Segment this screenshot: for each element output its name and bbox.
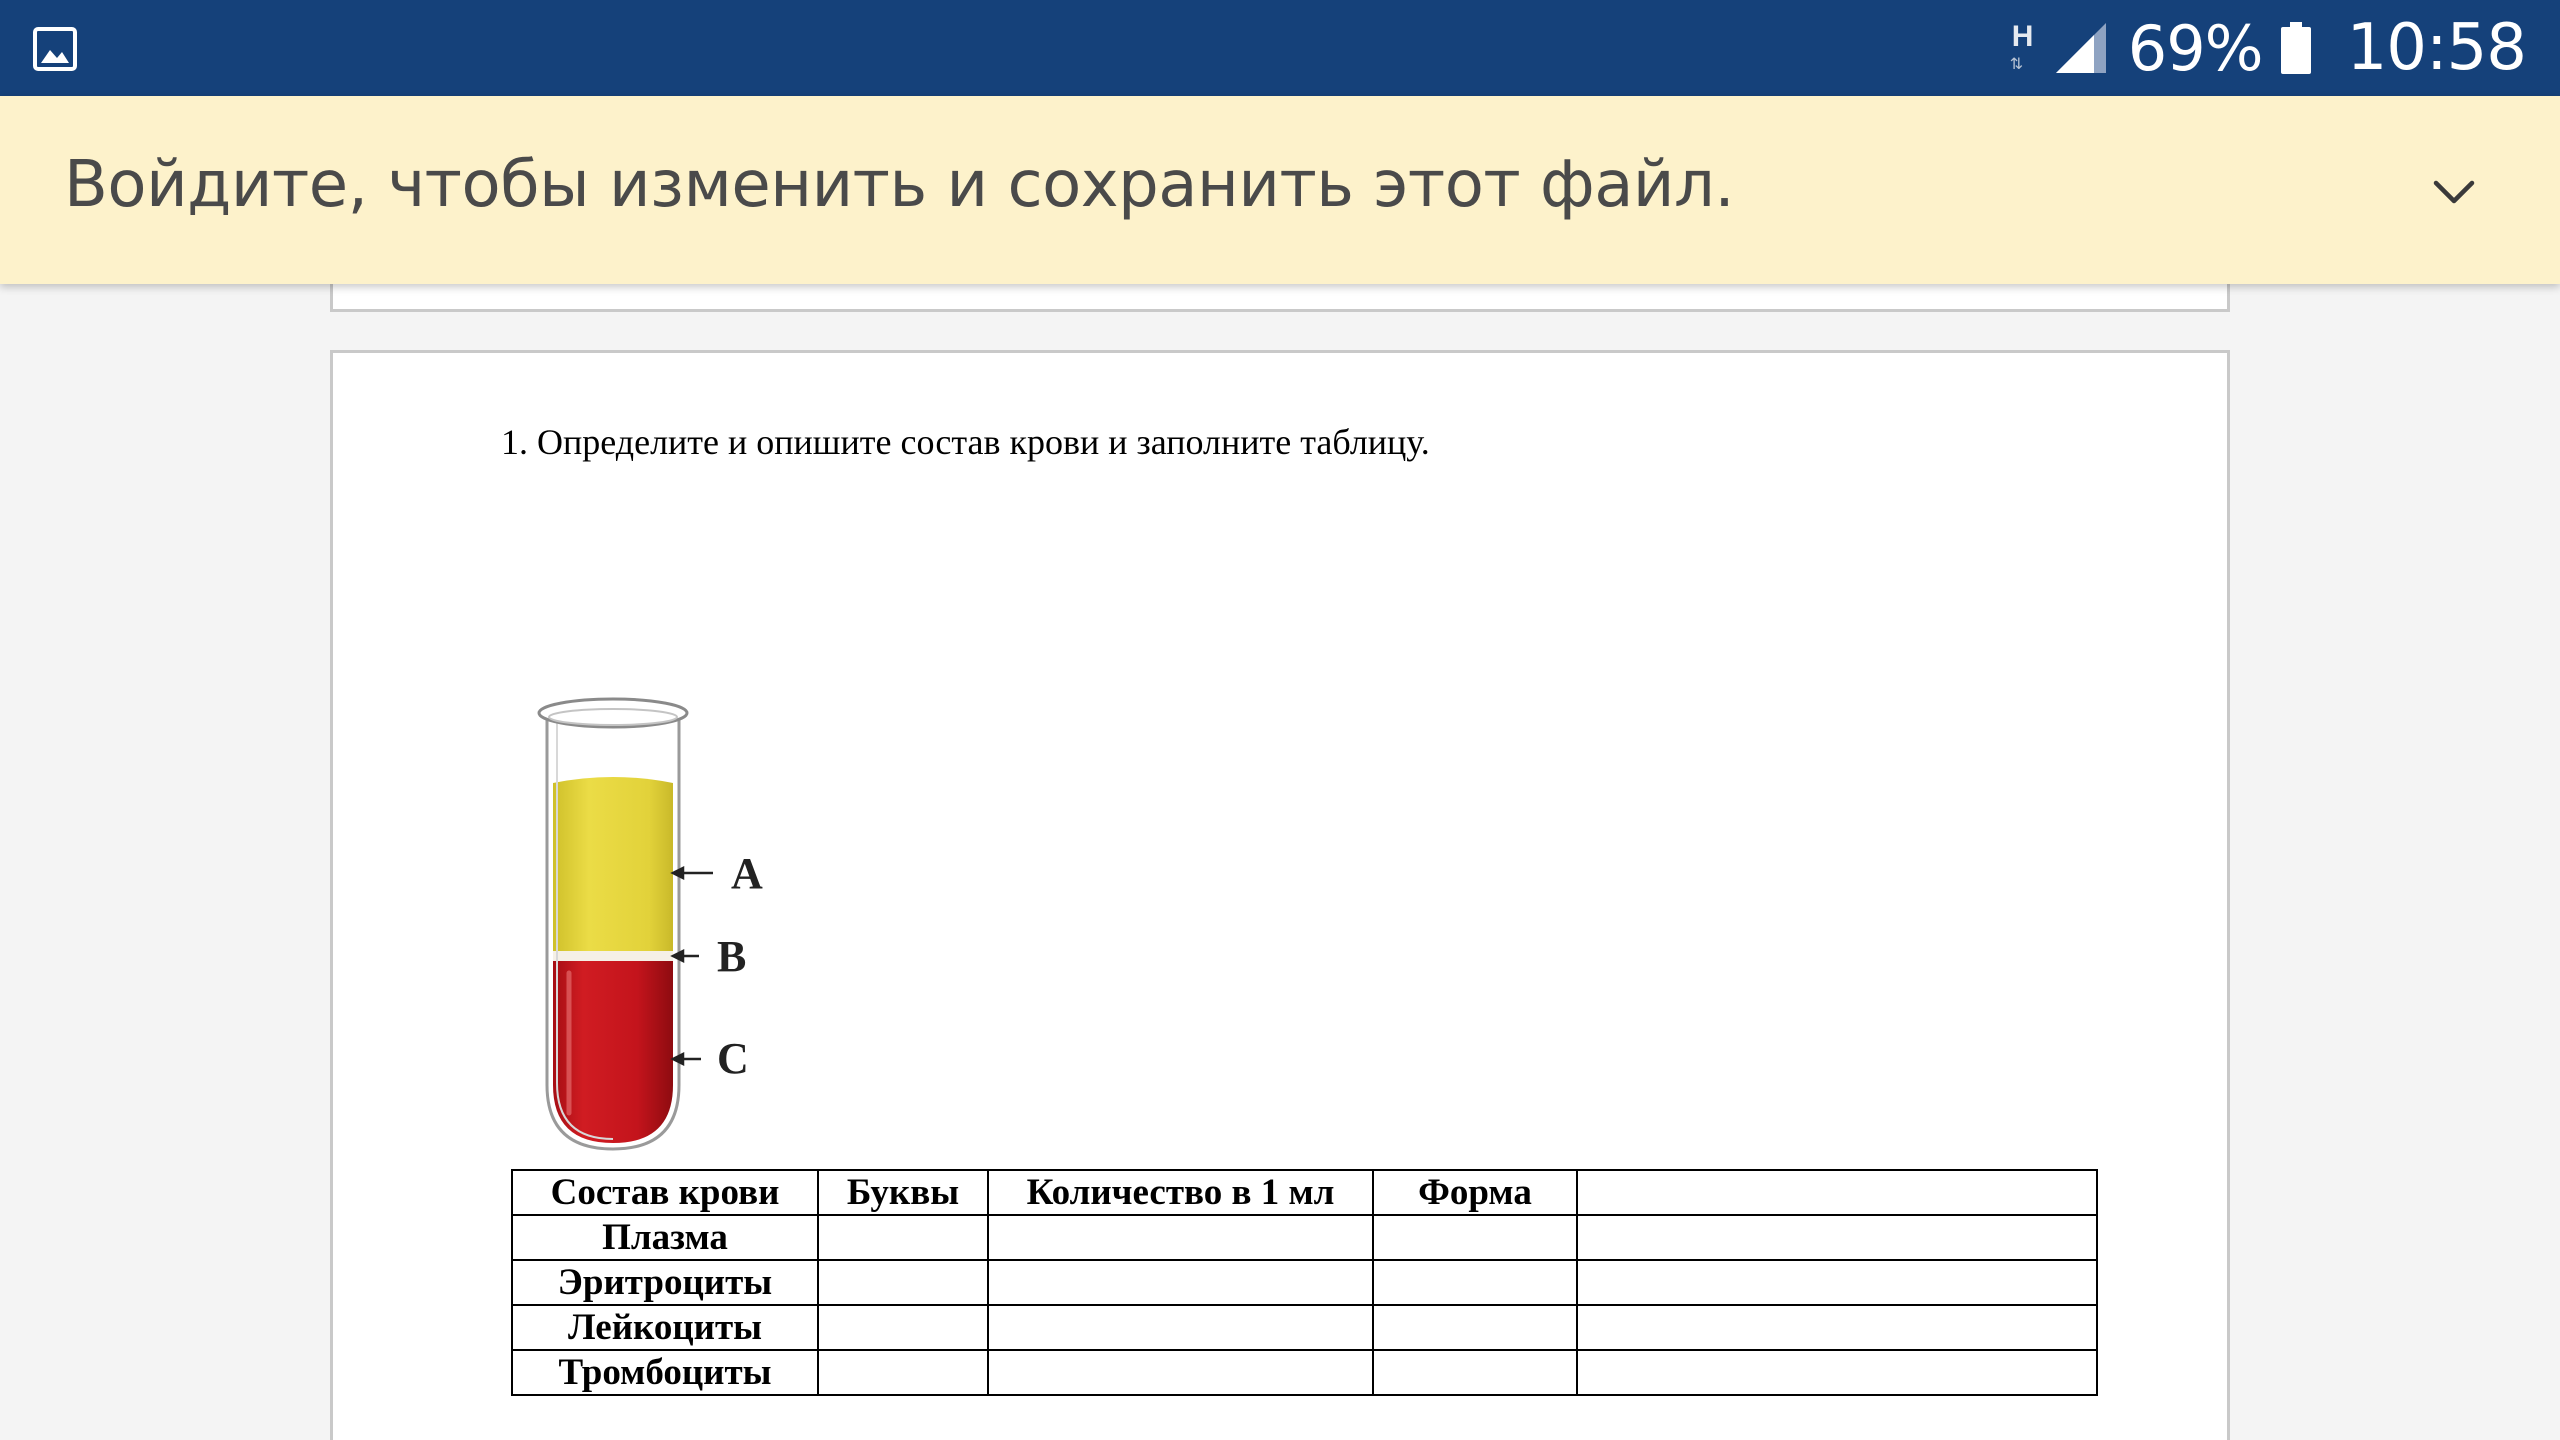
label-a: A [731, 849, 763, 898]
gallery-icon [33, 27, 77, 71]
table-cell [1372, 1214, 1578, 1261]
blood-composition-table: Состав крови Буквы Количество в 1 мл Фор… [511, 1169, 2098, 1396]
notice-text: Войдите, чтобы изменить и сохранить этот… [64, 148, 1735, 222]
table-cell [987, 1214, 1374, 1261]
table-row: Эритроциты [511, 1259, 2098, 1306]
document-page: 1. Определите и опишите состав крови и з… [330, 350, 2230, 1440]
table-row: Плазма [511, 1214, 2098, 1261]
table-cell: Тромбоциты [511, 1349, 819, 1396]
column-header: Форма [1372, 1169, 1578, 1216]
table-cell [1576, 1259, 2098, 1306]
battery-icon [2280, 22, 2311, 74]
label-c: C [717, 1034, 749, 1083]
table-cell: Эритроциты [511, 1259, 819, 1306]
question-text: 1. Определите и опишите состав крови и з… [501, 422, 1430, 462]
table-cell [1372, 1349, 1578, 1396]
clock: 10:58 [2346, 11, 2527, 85]
table-cell [1576, 1214, 2098, 1261]
table-cell [987, 1349, 1374, 1396]
test-tube-figure: A B C [537, 697, 763, 1151]
network-type-icon: H ⇅ [2009, 20, 2034, 73]
table-row: Лейкоциты [511, 1304, 2098, 1351]
table-cell [817, 1259, 989, 1306]
table-cell [987, 1259, 1374, 1306]
table-cell [1372, 1259, 1578, 1306]
battery-percent: 69% [2127, 11, 2264, 85]
status-bar: H ⇅ 69% 10:58 [0, 0, 2560, 96]
table-cell: Лейкоциты [511, 1304, 819, 1351]
table-row: Тромбоциты [511, 1349, 2098, 1396]
label-b: B [717, 932, 746, 981]
table-cell [817, 1349, 989, 1396]
column-header [1576, 1169, 2098, 1216]
table-cell [817, 1304, 989, 1351]
signal-icon [2055, 23, 2106, 73]
column-header: Состав крови [511, 1169, 819, 1216]
column-header: Буквы [817, 1169, 989, 1216]
table-header-row: Состав крови Буквы Количество в 1 мл Фор… [511, 1169, 2098, 1216]
table-cell [1372, 1304, 1578, 1351]
buffy-coat-layer [553, 951, 673, 961]
chevron-down-icon[interactable] [2428, 166, 2480, 218]
table-cell [987, 1304, 1374, 1351]
column-header: Количество в 1 мл [987, 1169, 1374, 1216]
table-cell [1576, 1349, 2098, 1396]
plasma-layer [553, 777, 673, 955]
sign-in-notice-banner[interactable]: Войдите, чтобы изменить и сохранить этот… [0, 96, 2560, 284]
table-cell [1576, 1304, 2098, 1351]
table-cell [817, 1214, 989, 1261]
table-cell: Плазма [511, 1214, 819, 1261]
